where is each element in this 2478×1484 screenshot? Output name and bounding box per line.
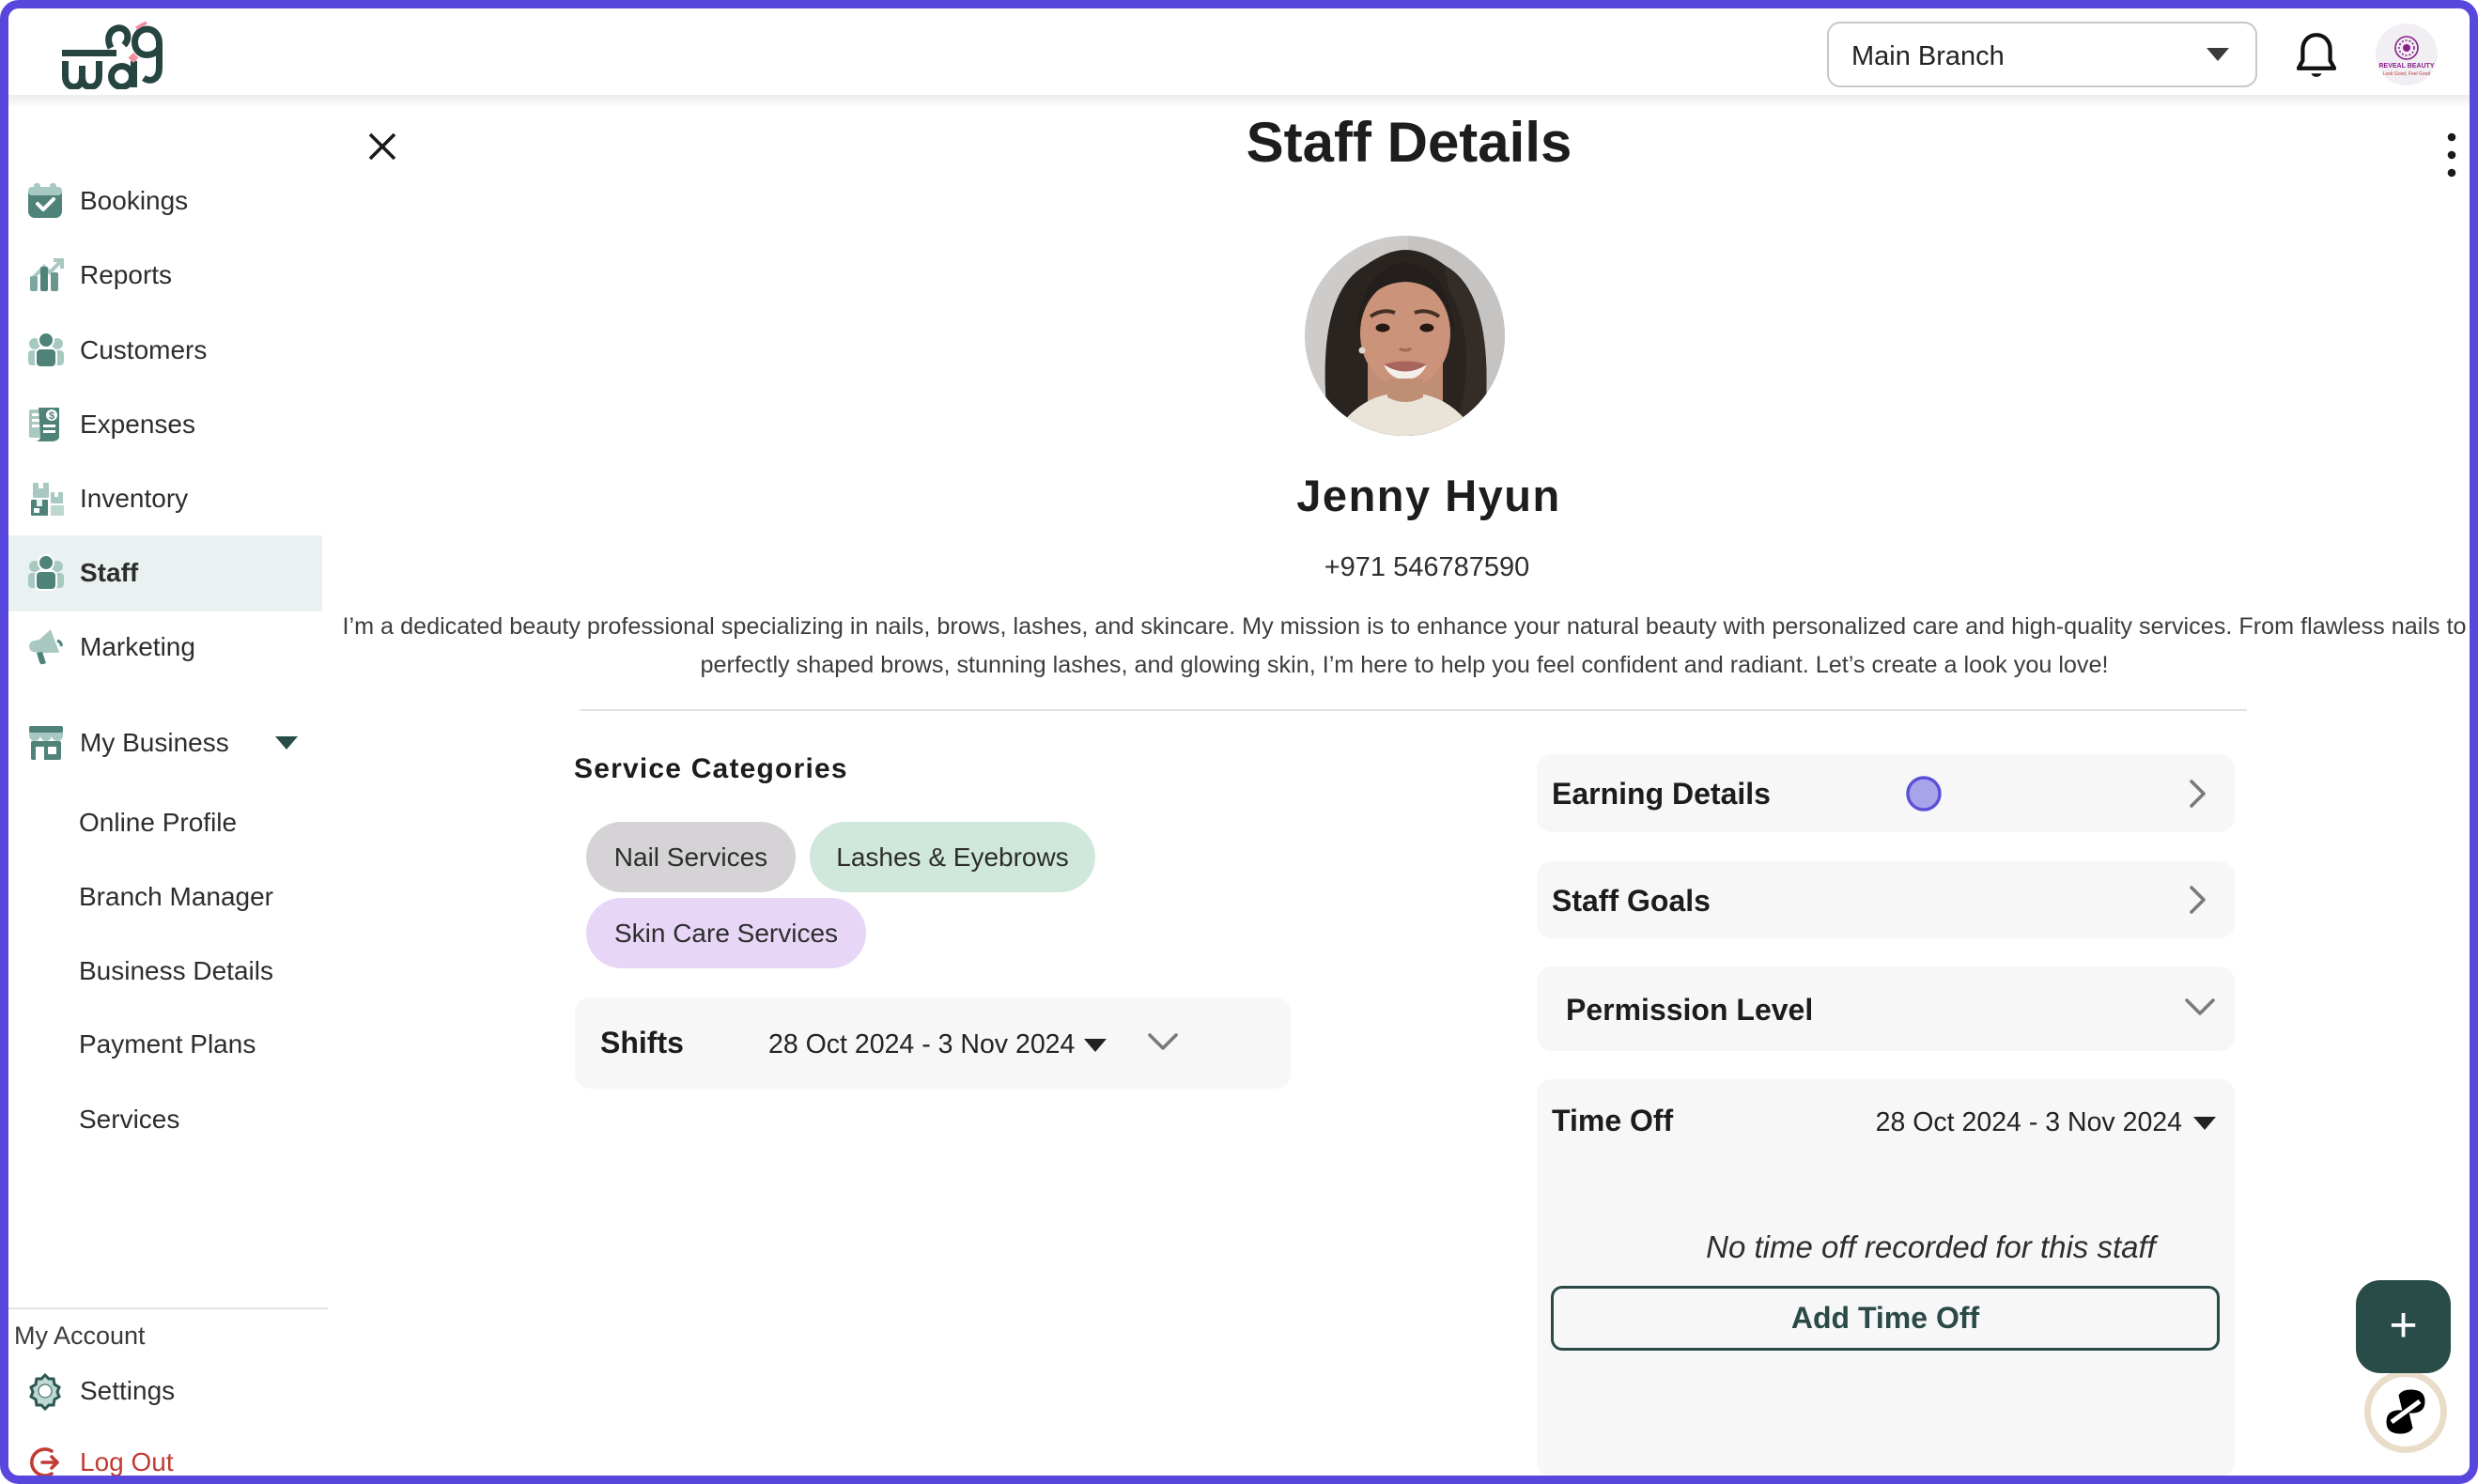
svg-text:Look Good, Feel Good: Look Good, Feel Good	[2383, 71, 2431, 77]
svg-text:REVEAL BEAUTY: REVEAL BEAUTY	[2379, 63, 2435, 70]
svg-text:$: $	[49, 410, 54, 422]
